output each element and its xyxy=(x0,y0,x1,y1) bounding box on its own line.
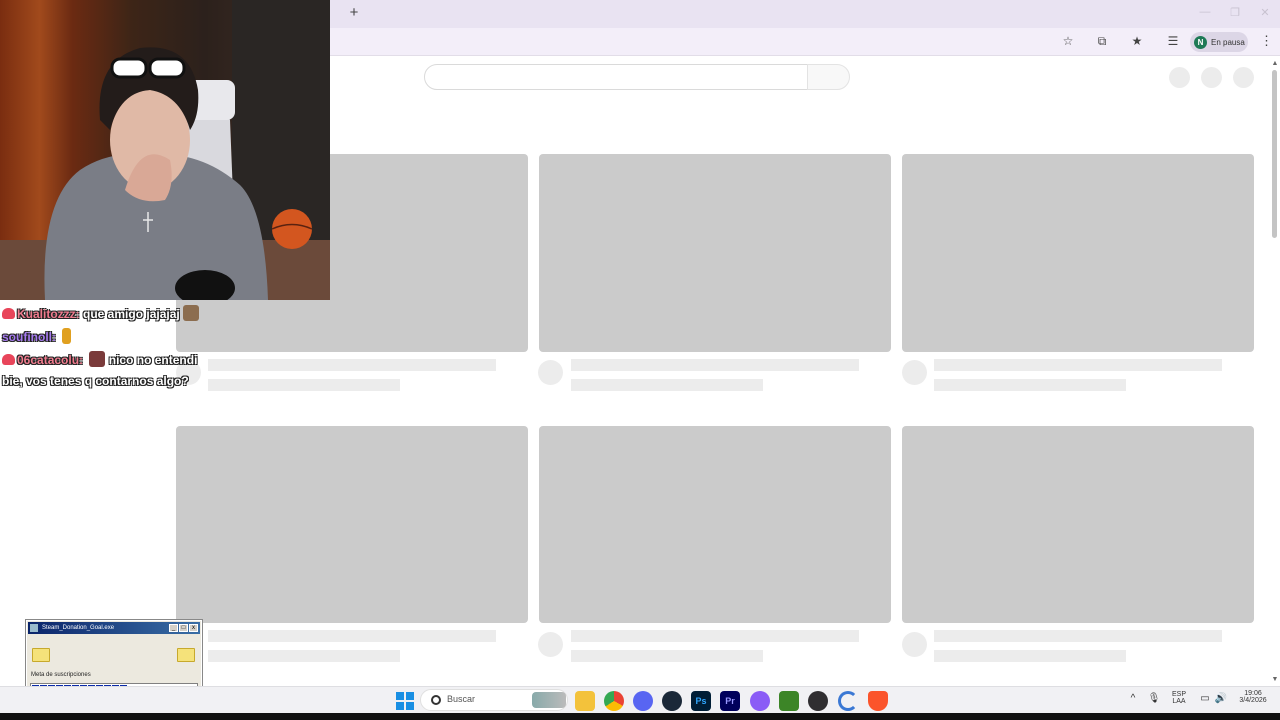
clock-date: 3/4/2026 xyxy=(1239,697,1267,704)
chat-text: bie, vos tenes q contarnos algo? xyxy=(2,374,189,388)
heart-badge-icon xyxy=(2,308,15,319)
video-thumbnail-placeholder[interactable] xyxy=(902,154,1254,352)
video-meta-placeholder xyxy=(208,650,400,662)
close-icon: x xyxy=(189,624,198,632)
avatar: N xyxy=(1194,35,1207,49)
create-icon[interactable] xyxy=(1169,67,1190,88)
scrollbar-thumb[interactable] xyxy=(1272,70,1277,238)
emote-icon xyxy=(89,351,106,367)
chat-text: que amigo jajajaj xyxy=(83,307,180,321)
folder-icon xyxy=(177,648,195,662)
chat-message: Kualitozzz: que amigo jajajaj xyxy=(2,305,199,321)
video-title-placeholder xyxy=(934,630,1222,642)
language-indicator[interactable]: ESP LAA xyxy=(1166,691,1192,705)
maximize-icon: □ xyxy=(179,624,188,632)
chrome-icon[interactable] xyxy=(604,691,624,711)
star-icon[interactable]: ☆ xyxy=(1060,33,1076,49)
brave-icon[interactable] xyxy=(868,691,888,711)
extensions-icon[interactable]: ⧉ xyxy=(1094,33,1110,49)
chat-message: 06catacolu: nico no entendi xyxy=(2,351,197,367)
app-purple-icon[interactable] xyxy=(750,691,770,711)
new-tab-button[interactable]: + xyxy=(346,4,362,22)
chat-username: soufinoll: xyxy=(2,330,56,344)
minimize-icon[interactable]: — xyxy=(1198,6,1212,18)
channel-avatar-placeholder xyxy=(902,632,927,657)
scroll-up-icon[interactable]: ▲ xyxy=(1271,60,1279,67)
video-meta-placeholder xyxy=(934,379,1126,391)
premiere-icon[interactable]: Pr xyxy=(720,691,740,711)
language-code: ESP xyxy=(1171,691,1186,698)
webcam-overlay xyxy=(0,0,330,300)
app-icon xyxy=(30,624,38,632)
search-icon xyxy=(431,695,441,705)
clock-time: 19:06 xyxy=(1244,690,1262,697)
browser-menu-icon[interactable]: ⋮ xyxy=(1260,33,1273,49)
microphone-icon[interactable]: 🎙 xyxy=(1147,693,1161,704)
weather-widget-icon[interactable] xyxy=(532,692,566,708)
network-icon[interactable]: ▭ xyxy=(1198,693,1212,704)
chat-text: nico no entendi xyxy=(108,353,198,367)
file-explorer-icon[interactable] xyxy=(575,691,595,711)
discord-icon[interactable] xyxy=(633,691,653,711)
video-meta-placeholder xyxy=(934,650,1126,662)
minecraft-icon[interactable] xyxy=(779,691,799,711)
reading-list-icon[interactable]: ☰ xyxy=(1165,33,1181,49)
obs-icon[interactable] xyxy=(808,691,828,711)
minimize-icon: _ xyxy=(169,624,178,632)
channel-avatar-placeholder xyxy=(538,632,563,657)
webcam-streamer-image xyxy=(0,0,330,300)
restore-icon[interactable]: ❐ xyxy=(1228,6,1242,19)
profile-status: En pausa xyxy=(1211,37,1245,47)
goal-label: Meta de suscripciones xyxy=(31,672,91,678)
chat-message: soufinoll: xyxy=(2,328,72,344)
channel-avatar-placeholder xyxy=(902,360,927,385)
video-thumbnail-placeholder[interactable] xyxy=(902,426,1254,623)
keyboard-layout: LAA xyxy=(1172,698,1186,705)
steam-icon[interactable] xyxy=(662,691,682,711)
folder-icon xyxy=(32,648,50,662)
account-avatar[interactable] xyxy=(1233,67,1254,88)
video-title-placeholder xyxy=(208,359,496,371)
video-meta-placeholder xyxy=(571,650,763,662)
video-thumbnail-placeholder[interactable] xyxy=(176,426,528,623)
emote-icon xyxy=(62,328,72,344)
channel-avatar-placeholder xyxy=(538,360,563,385)
scroll-down-icon[interactable]: ▼ xyxy=(1271,676,1279,683)
video-thumbnail-placeholder[interactable] xyxy=(539,426,891,623)
widget-titlebar: Steam_Donation_Goal.exe _ □ x xyxy=(28,622,200,634)
video-meta-placeholder xyxy=(571,379,763,391)
video-meta-placeholder xyxy=(208,379,400,391)
clock[interactable]: 19:06 3/4/2026 xyxy=(1230,690,1276,704)
bookmarks-icon[interactable]: ★ xyxy=(1129,33,1145,49)
chat-username: Kualitozzz: xyxy=(17,307,80,321)
screen: + — ❐ ✕ ☆ ⧉ ★ ☰ N En pausa ⋮ ▲ ▼ Kualito… xyxy=(0,0,1280,720)
widget-title: Steam_Donation_Goal.exe xyxy=(42,625,115,631)
app-loading-icon[interactable] xyxy=(838,691,858,711)
video-title-placeholder xyxy=(934,359,1222,371)
taskbar-search-placeholder: Buscar xyxy=(447,694,476,704)
tray-chevron-icon[interactable]: ^ xyxy=(1126,693,1140,704)
video-thumbnail-placeholder[interactable] xyxy=(539,154,891,352)
start-icon[interactable] xyxy=(396,692,414,710)
heart-badge-icon xyxy=(2,354,15,365)
chat-message: bie, vos tenes q contarnos algo? xyxy=(2,374,189,388)
chat-username: catacolu: xyxy=(30,353,84,367)
screen-bottom-bar xyxy=(0,713,1280,720)
video-title-placeholder xyxy=(571,359,859,371)
profile-button[interactable]: N En pausa xyxy=(1190,32,1248,52)
close-window-icon[interactable]: ✕ xyxy=(1258,6,1272,19)
emote-icon xyxy=(182,305,199,321)
sub-badge: 06 xyxy=(17,353,31,367)
video-title-placeholder xyxy=(571,630,859,642)
volume-icon[interactable]: 🔊 xyxy=(1214,693,1228,704)
search-button[interactable] xyxy=(807,64,850,90)
notifications-icon[interactable] xyxy=(1201,67,1222,88)
video-title-placeholder xyxy=(208,630,496,642)
search-input[interactable] xyxy=(424,64,808,90)
photoshop-icon[interactable]: Ps xyxy=(691,691,711,711)
